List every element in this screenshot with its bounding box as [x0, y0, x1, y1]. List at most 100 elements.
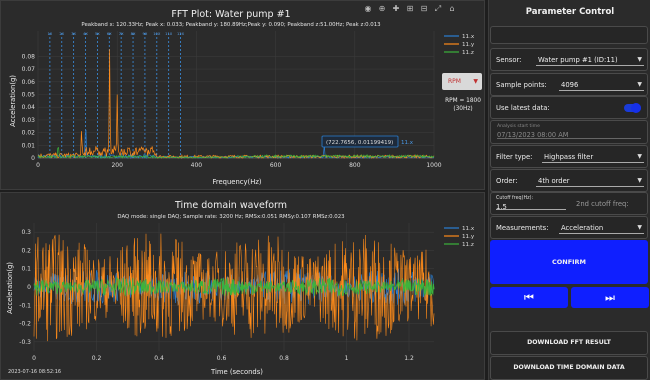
harmonic-label: 7X: [119, 32, 124, 36]
time-chart[interactable]: Time domain waveform DAQ mode: single DA…: [1, 193, 486, 380]
time-legend-z[interactable]: 11.z: [462, 242, 474, 248]
time-x-tick: 0.6: [217, 355, 227, 362]
measurements-label: Measurements:: [496, 224, 549, 232]
fft-y-tick: 0.07: [22, 66, 36, 73]
chevron-down-icon: ▼: [473, 78, 478, 85]
sensor-select[interactable]: Sensor: Water pump #1 (ID:11) ▼: [490, 48, 648, 71]
fft-x-tick: 0: [36, 162, 40, 169]
sensor-value: Water pump #1 (ID:11): [538, 56, 618, 64]
zoom-in-icon[interactable]: ⊞: [405, 4, 415, 14]
camera-icon[interactable]: ◉: [363, 4, 373, 14]
fft-legend-y[interactable]: 11.y: [462, 42, 475, 48]
fft-y-tick: 0.08: [22, 53, 36, 60]
sidebar-title: Parameter Control: [525, 7, 615, 17]
rpm-select[interactable]: RPM ▼: [442, 73, 482, 90]
harmonic-label: 11X: [165, 32, 173, 36]
reset-icon[interactable]: ⌂: [447, 4, 457, 14]
use-latest-label: Use latest data:: [496, 104, 550, 112]
zoom-out-icon[interactable]: ⊟: [419, 4, 429, 14]
time-x-tick: 0.8: [279, 355, 289, 362]
time-x-tick: 1.2: [404, 355, 414, 362]
rpm-value: RPM = 1800: [445, 98, 481, 104]
cutoff-label: Cutoff freq(Hz):: [496, 196, 534, 201]
time-subtitle: DAQ mode: single DAQ; Sample rate: 3200 …: [117, 214, 344, 220]
skip-next-icon: ⏭: [605, 291, 615, 304]
download-time-button[interactable]: DOWNLOAD TIME DOMAIN DATA: [490, 356, 648, 380]
filter-type-value: Highpass filter: [544, 153, 594, 161]
harmonic-label: 9X: [143, 32, 148, 36]
time-y-tick: -0.3: [19, 339, 31, 346]
time-title: Time domain waveform: [174, 200, 287, 211]
chevron-down-icon: ▼: [637, 56, 642, 63]
time-plot-panel: Time domain waveform DAQ mode: single DA…: [0, 192, 485, 380]
sample-points-select[interactable]: Sample points: 4096 ▼: [490, 73, 648, 96]
chevron-down-icon: ▼: [637, 81, 642, 88]
fft-legend-x[interactable]: 11.x: [462, 34, 475, 40]
time-x-tick: 0.2: [92, 355, 102, 362]
zoom-icon[interactable]: ⊕: [377, 4, 387, 14]
time-y-tick: 0.2: [21, 247, 31, 254]
filter-type-select[interactable]: Filter type: Highpass filter ▼: [490, 145, 648, 168]
time-start-stamp: 2023-07-16 08:52:16: [8, 369, 61, 375]
previous-button[interactable]: ⏮: [490, 287, 568, 308]
time-y-tick: 0: [27, 284, 31, 291]
fft-x-tick: 600: [270, 162, 282, 169]
fft-x-tick: 1000: [426, 162, 441, 169]
sidebar-blank-box: [490, 26, 648, 44]
skip-previous-icon: ⏮: [524, 291, 534, 304]
chevron-down-icon: ▼: [637, 153, 642, 160]
chevron-down-icon: ▼: [637, 177, 642, 184]
fft-y-tick: 0.04: [22, 104, 36, 111]
fft-xlabel: Frequency(Hz): [212, 178, 261, 186]
fft-y-tick: 0.01: [22, 142, 36, 149]
fft-annotation-text: (722.7656, 0.01199419): [326, 140, 393, 146]
time-y-tick: -0.2: [19, 321, 31, 328]
confirm-button[interactable]: CONFIRM: [490, 240, 648, 284]
sample-points-label: Sample points:: [496, 81, 547, 89]
fft-legend[interactable]: 11.x 11.y 11.z: [444, 34, 475, 56]
filter-type-label: Filter type:: [496, 153, 533, 161]
fft-y-tick: 0.02: [22, 130, 36, 137]
time-y-tick: 0.3: [21, 229, 31, 236]
harmonic-label: 4X: [83, 32, 88, 36]
time-y-tick: 0.1: [21, 266, 31, 273]
fft-annotation-series: 11.x: [401, 140, 414, 146]
fft-plot-panel: FFT Plot: Water pump #1 Peakband x: 120.…: [0, 0, 485, 190]
fft-ylabel: Acceleration(g): [9, 75, 17, 127]
fft-x-tick: 800: [349, 162, 361, 169]
measurements-select[interactable]: Measurements: Acceleration ▼: [490, 216, 648, 239]
rpm-select-label: RPM: [448, 78, 461, 85]
rpm-hz: (30Hz): [453, 106, 473, 112]
plots-area: FFT Plot: Water pump #1 Peakband x: 120.…: [0, 0, 485, 380]
harmonic-label: 8X: [131, 32, 136, 36]
fft-chart[interactable]: FFT Plot: Water pump #1 Peakband x: 120.…: [1, 1, 486, 191]
fft-y-tick: 0.03: [22, 117, 36, 124]
measurements-value: Acceleration: [561, 224, 604, 232]
time-ylabel: Acceleration(g): [6, 262, 14, 314]
second-cutoff-input[interactable]: 2nd cutoff freq:: [576, 200, 629, 208]
use-latest-toggle[interactable]: [624, 103, 641, 113]
pan-icon[interactable]: ✚: [391, 4, 401, 14]
order-select[interactable]: Order: 4th order ▼: [490, 169, 648, 192]
fft-legend-z[interactable]: 11.z: [462, 50, 474, 56]
harmonic-label: 1X: [48, 32, 53, 36]
time-legend[interactable]: 11.x 11.y 11.z: [444, 226, 475, 248]
time-legend-y[interactable]: 11.y: [462, 234, 475, 240]
analysis-start-field[interactable]: Analysis start time 07/13/2023 08:00 AM: [490, 120, 648, 144]
next-button[interactable]: ⏭: [571, 287, 649, 308]
time-x-tick: 0.4: [154, 355, 164, 362]
parameter-control-panel: Parameter Control Sensor: Water pump #1 …: [488, 0, 650, 380]
time-x-tick: 1: [345, 355, 349, 362]
order-label: Order:: [496, 177, 518, 185]
download-fft-button[interactable]: DOWNLOAD FFT RESULT: [490, 331, 648, 355]
rpm-info: RPM = 1800 (30Hz): [441, 97, 485, 113]
cutoff-row: Cutoff freq(Hz): 1.5 2nd cutoff freq:: [490, 192, 648, 215]
harmonic-label: 5X: [95, 32, 100, 36]
harmonic-label: 3X: [71, 32, 76, 36]
autoscale-icon[interactable]: ⤢: [433, 4, 443, 14]
harmonic-label: 2X: [59, 32, 64, 36]
time-y-tick: -0.1: [19, 302, 31, 309]
harmonic-label: 6X: [107, 32, 112, 36]
fft-y-tick: 0: [31, 155, 35, 162]
time-legend-x[interactable]: 11.x: [462, 226, 475, 232]
